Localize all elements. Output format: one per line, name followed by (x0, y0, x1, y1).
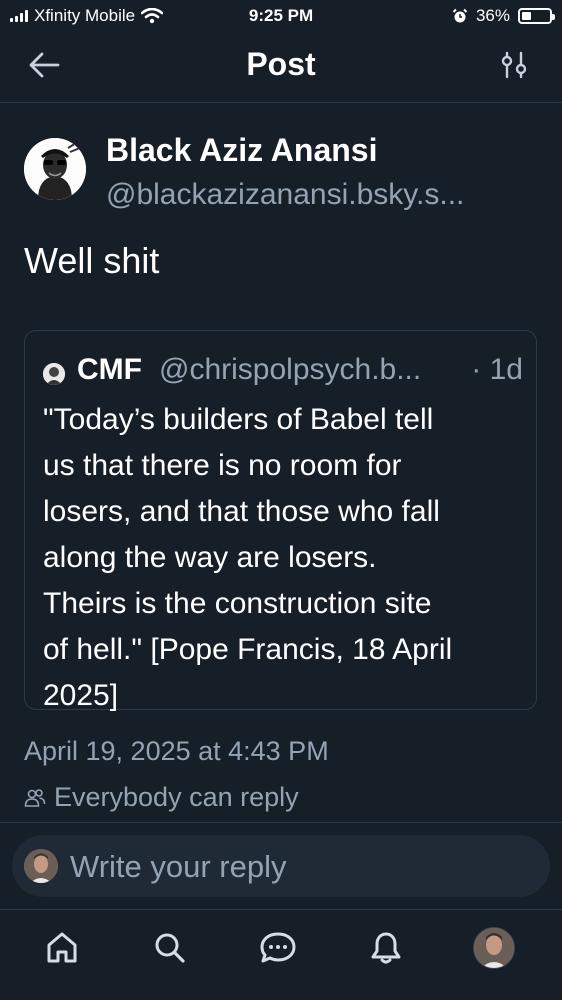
battery-icon (518, 8, 555, 24)
page-title: Post (246, 46, 316, 82)
quoted-text-line: us that there is no room for (43, 449, 402, 482)
quoted-post-card[interactable]: CMF @chrispolpsych.b... · 1d "Today’s bu… (24, 330, 537, 712)
user-avatar (24, 849, 58, 883)
chat-icon (260, 932, 296, 963)
quoted-text-line: "Today’s builders of Babel tell (43, 403, 434, 436)
home-icon (47, 932, 77, 963)
quoted-author-name: CMF (77, 353, 142, 386)
quoted-post-time: · 1d (471, 353, 523, 386)
quoted-author-avatar (43, 363, 65, 385)
reply-placeholder: Write your reply (70, 849, 287, 884)
people-icon (24, 788, 46, 807)
tab-home[interactable] (40, 926, 84, 970)
battery-percent: 36% (475, 6, 510, 25)
status-bar: Xfinity Mobile 9:25 PM 36% (0, 0, 562, 32)
search-icon (155, 933, 185, 963)
post-timestamp: April 19, 2025 at 4:43 PM (24, 736, 329, 766)
quoted-text-line: losers, and that those who fall (43, 495, 440, 528)
header: Post (0, 32, 562, 103)
post-text: Well shit (24, 240, 160, 281)
quoted-author-handle: @chrispolpsych.b... (159, 353, 422, 386)
post-author[interactable]: Black Aziz Anansi @blackazizanansi.bsky.… (24, 132, 544, 212)
quoted-text-line: along the way are losers. (43, 541, 377, 574)
avatar-portrait-icon (24, 138, 86, 200)
quoted-text-line: 2025] (43, 679, 119, 712)
thread-settings-button[interactable] (500, 50, 528, 80)
reply-setting[interactable]: Everybody can reply (24, 782, 299, 813)
author-handle[interactable]: @blackazizanansi.bsky.s... (106, 178, 464, 212)
tab-search[interactable] (148, 926, 192, 970)
reply-bar: Write your reply (0, 822, 562, 910)
bottom-tab-bar (0, 912, 562, 1000)
tab-profile[interactable] (472, 926, 516, 970)
tab-notifications[interactable] (364, 926, 408, 970)
alarm-icon (452, 8, 468, 23)
reply-setting-label: Everybody can reply (54, 782, 299, 812)
bell-icon (371, 932, 401, 964)
sliders-icon (501, 51, 527, 79)
profile-avatar-portrait-icon (474, 928, 514, 968)
author-name[interactable]: Black Aziz Anansi (106, 132, 377, 169)
quoted-text-line: of hell." [Pope Francis, 18 April (43, 633, 453, 666)
quoted-text-line: Theirs is the construction site (43, 587, 432, 620)
quoted-avatar-portrait-icon (43, 363, 65, 385)
tab-chat[interactable] (256, 926, 300, 970)
profile-avatar (473, 927, 515, 969)
quoted-post-header: CMF @chrispolpsych.b... · 1d (43, 353, 523, 393)
user-avatar-portrait-icon (24, 849, 58, 883)
reply-input[interactable]: Write your reply (12, 835, 550, 897)
quoted-post-text: "Today’s builders of Babel tell us that … (43, 397, 523, 719)
author-avatar[interactable] (24, 138, 86, 200)
